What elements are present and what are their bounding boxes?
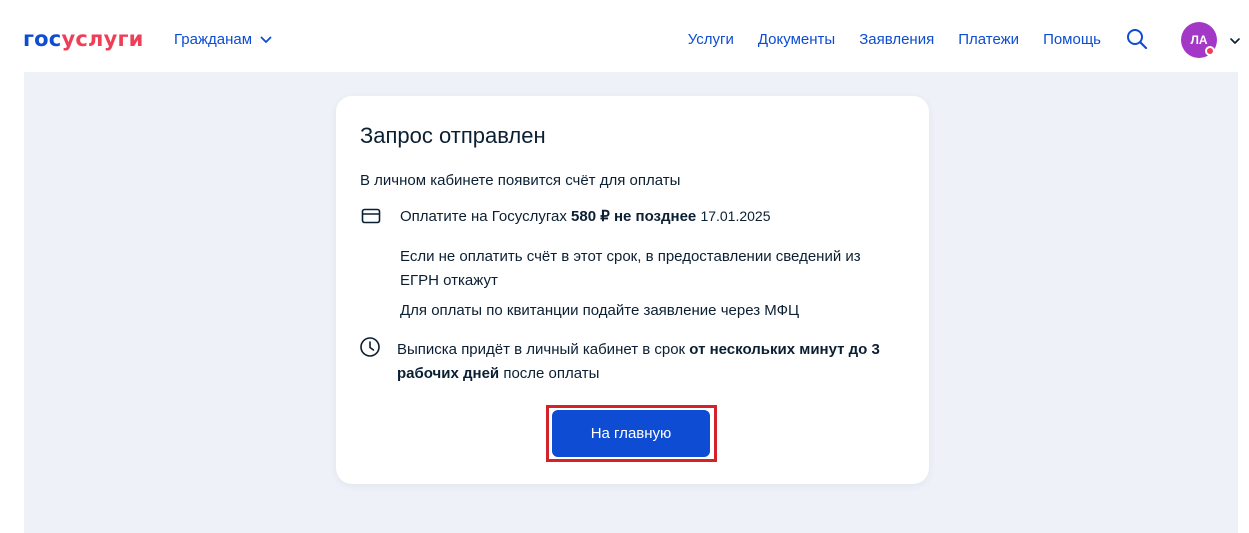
logo-part-1: гос [23, 27, 62, 51]
payment-line: Оплатите на Госуслугах 580 ₽ не позднее … [400, 206, 771, 227]
nav-applications[interactable]: Заявления [859, 31, 934, 48]
extract-note: Выписка придёт в личный кабинет в срок о… [397, 338, 887, 386]
chevron-down-icon[interactable] [1229, 36, 1241, 46]
extract-prefix: Выписка придёт в личный кабинет в срок [397, 341, 686, 358]
nav-help[interactable]: Помощь [1043, 31, 1101, 48]
logo-part-2: услуги [61, 27, 144, 51]
audience-label: Гражданам [174, 31, 253, 48]
nav-payments[interactable]: Платежи [958, 31, 1019, 48]
payment-prefix: Оплатите на Госуслугах [400, 208, 567, 225]
request-sent-card: Запрос отправлен В личном кабинете появи… [336, 96, 929, 484]
notification-dot [1205, 46, 1215, 56]
nav-services[interactable]: Услуги [688, 31, 734, 48]
payment-warning: Если не оплатить счёт в этот срок, в пре… [400, 248, 861, 289]
gosuslugi-logo[interactable]: госуслуги [23, 26, 144, 52]
go-home-button[interactable]: На главную [552, 410, 710, 457]
main-nav: Услуги Документы Заявления Платежи Помощ… [688, 31, 1101, 48]
nav-documents[interactable]: Документы [758, 31, 835, 48]
chevron-down-icon [260, 36, 272, 43]
card-icon [361, 208, 381, 224]
search-icon[interactable] [1125, 27, 1149, 51]
card-title: Запрос отправлен [360, 123, 546, 148]
mfc-note: Для оплаты по квитанции подайте заявлени… [400, 302, 800, 319]
clock-icon [360, 337, 380, 357]
deadline-label: не позднее [613, 208, 697, 225]
deadline-date: 17.01.2025 [700, 208, 771, 224]
header: госуслуги Гражданам Услуги Документы Зая… [0, 0, 1249, 72]
audience-dropdown[interactable]: Гражданам [174, 31, 272, 48]
intro-text: В личном кабинете появится счёт для опла… [360, 172, 681, 189]
payment-amount: 580 ₽ [571, 208, 610, 225]
extract-suffix: после оплаты [503, 365, 600, 382]
